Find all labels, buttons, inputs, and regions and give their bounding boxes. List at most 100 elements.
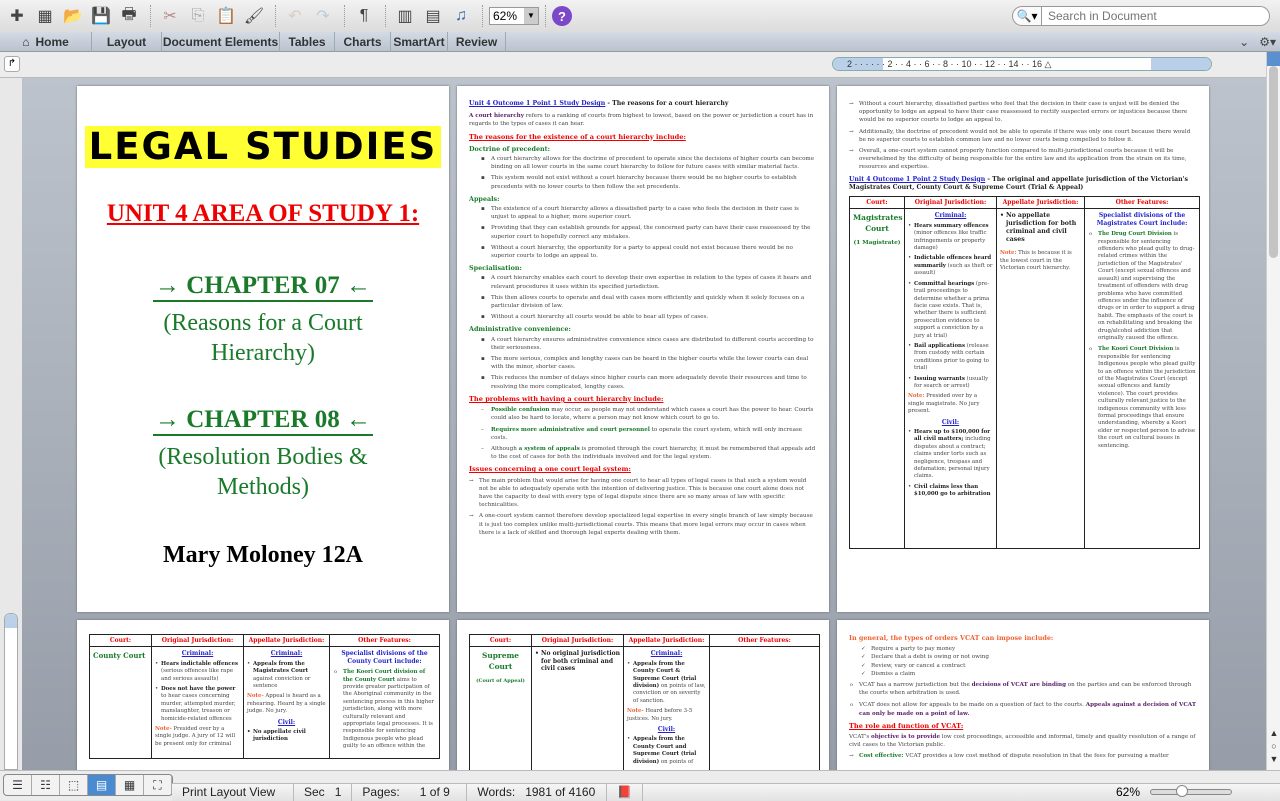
gear-icon[interactable]: ⚙▾ bbox=[1259, 35, 1276, 49]
draft-view-icon[interactable]: ☰ bbox=[4, 775, 32, 795]
undo-icon[interactable]: ↶ bbox=[282, 4, 308, 28]
toolbar-separator bbox=[385, 5, 386, 27]
list-item: → Cost effective: VCAT provides a low cos… bbox=[849, 753, 1169, 760]
zoom-slider-knob[interactable] bbox=[1175, 785, 1188, 797]
open-icon[interactable]: 📂 bbox=[60, 4, 86, 28]
previous-page-icon[interactable]: ▲ bbox=[1268, 727, 1280, 740]
page-3[interactable]: → Without a court hierarchy, dissatisfied… bbox=[837, 86, 1209, 612]
publishing-layout-icon[interactable]: ⬚ bbox=[60, 775, 88, 795]
list-item: ▪ A court hierarchy enables each court to… bbox=[481, 275, 812, 290]
page-cover[interactable]: LEGAL STUDIES UNIT 4 AREA OF STUDY 1: → … bbox=[77, 86, 449, 612]
study-design-heading: Unit 4 Outcome 1 Point 1 Study Design - … bbox=[469, 100, 817, 108]
browse-object-icon[interactable]: ○ bbox=[1268, 740, 1280, 753]
toolbox-icon[interactable]: ▤ bbox=[420, 4, 446, 28]
notebook-layout-icon[interactable]: ▦ bbox=[116, 775, 144, 795]
study-design-link[interactable]: Unit 4 Outcome 1 Point 1 Study Design bbox=[469, 100, 605, 107]
column-header: Court: bbox=[89, 633, 152, 648]
column-header: Court: bbox=[849, 196, 905, 210]
column-header: Original Jurisdiction: bbox=[531, 633, 624, 648]
toolbar-separator bbox=[482, 5, 483, 27]
tab-review[interactable]: Review bbox=[448, 32, 506, 52]
zoom-select[interactable]: 62% ▼ bbox=[489, 7, 539, 25]
original-jurisdiction-cell: No original jurisdiction for both crimin… bbox=[531, 646, 624, 770]
toolbar-separator bbox=[275, 5, 276, 27]
paste-icon[interactable]: 📋 bbox=[213, 4, 239, 28]
format-painter-icon[interactable]: 🖌 bbox=[241, 4, 267, 28]
ruler-numbers: 2 · · · · · · 2 · · 4 · · 6 · · 8 · · 10… bbox=[847, 59, 1052, 69]
tab-label: Home bbox=[35, 35, 69, 49]
browse-controls: ▲ ○ ▼ bbox=[1268, 727, 1280, 766]
tab-smartart[interactable]: SmartArt bbox=[391, 32, 448, 52]
list-item: ▪ The existence of a court hierarchy allo… bbox=[481, 206, 799, 221]
list-item: – Although a system of appeals is promote… bbox=[481, 445, 816, 461]
tab-tables[interactable]: Tables bbox=[280, 32, 335, 52]
cover-unit: UNIT 4 AREA OF STUDY 1: bbox=[106, 200, 420, 227]
cut-icon[interactable]: ✂ bbox=[157, 4, 183, 28]
standard-toolbar: ✚ ▦ 📂 💾 🖶 ✂ ⎘ 📋 🖌 ↶ ↷ ¶ ▥ ▤ ♫ 62% ▼ ? 🔍▾ bbox=[0, 0, 1280, 32]
tab-home[interactable]: ⌂ Home bbox=[0, 32, 92, 52]
split-handle[interactable] bbox=[1267, 52, 1280, 66]
vcat-orders-heading: In general, the types of orders VCAT can… bbox=[849, 634, 1054, 642]
list-item: → A one-court system cannot therefore dev… bbox=[469, 513, 813, 536]
full-screen-icon[interactable]: ⛶ bbox=[144, 775, 172, 795]
zoom-value: 62% bbox=[493, 9, 518, 23]
search-icon[interactable]: 🔍▾ bbox=[1012, 6, 1042, 26]
table-row: County Court Criminal: Hears indictable … bbox=[89, 646, 440, 759]
tab-stop-selector[interactable]: ↱ bbox=[4, 56, 20, 72]
media-browser-icon[interactable]: ♫ bbox=[448, 4, 474, 28]
zoom-percent: 62% bbox=[1115, 785, 1140, 799]
list-item: → The main problem that would arise for h… bbox=[469, 477, 807, 509]
scroll-thumb[interactable] bbox=[1269, 66, 1278, 258]
copy-icon[interactable]: ⎘ bbox=[185, 4, 211, 28]
vcat-role-heading: The role and function of VCAT: bbox=[849, 721, 964, 730]
section-heading: Specialisation: bbox=[469, 264, 522, 273]
page-6[interactable]: In general, the types of orders VCAT can… bbox=[837, 620, 1209, 770]
tab-layout[interactable]: Layout bbox=[92, 32, 162, 52]
redo-icon[interactable]: ↷ bbox=[310, 4, 336, 28]
outline-view-icon[interactable]: ☷ bbox=[32, 775, 60, 795]
new-document-icon[interactable]: ✚ bbox=[4, 4, 30, 28]
section-heading: Appeals: bbox=[469, 194, 500, 203]
vertical-scrollbar[interactable]: ▲ ○ ▼ bbox=[1266, 52, 1280, 770]
intro-bold: A court hierarchy bbox=[469, 113, 524, 120]
study-design-link[interactable]: Unit 4 Outcome 1 Point 2 Study Design bbox=[849, 176, 985, 183]
help-icon[interactable]: ? bbox=[552, 6, 572, 26]
page-2[interactable]: Unit 4 Outcome 1 Point 1 Study Design - … bbox=[457, 86, 829, 612]
court-cell: County Court bbox=[89, 646, 152, 759]
other-features-cell bbox=[709, 646, 820, 770]
tab-document-elements[interactable]: Document Elements bbox=[162, 32, 280, 52]
court-cell: Supreme Court (Court of Appeal) bbox=[469, 646, 532, 770]
check-item: ✓ Dismiss a claim bbox=[861, 670, 916, 677]
search-input[interactable] bbox=[1042, 6, 1270, 26]
other-features-cell: Specialist divisions of the Magistrates … bbox=[1084, 208, 1200, 550]
horizontal-ruler[interactable]: 2 · · · · · · 2 · · 4 · · 6 · · 8 · · 10… bbox=[832, 57, 1212, 71]
page-5[interactable]: Court: Original Jurisdiction: Appellate … bbox=[457, 620, 829, 770]
chapter-08-heading: → CHAPTER 08 ← bbox=[153, 406, 373, 436]
print-layout-icon[interactable]: ▤ bbox=[88, 775, 116, 795]
templates-icon[interactable]: ▦ bbox=[32, 4, 58, 28]
issues-heading: Issues concerning a one court legal syst… bbox=[469, 465, 631, 474]
zoom-slider[interactable] bbox=[1150, 785, 1232, 797]
print-icon[interactable]: 🖶 bbox=[116, 4, 142, 28]
check-item: ✓ Declare that a debt is owing or not owi… bbox=[861, 654, 989, 661]
collapse-ribbon-icon[interactable]: ⌄ bbox=[1239, 35, 1249, 49]
paragraph-marks-icon[interactable]: ¶ bbox=[351, 4, 377, 28]
tab-charts[interactable]: Charts bbox=[335, 32, 391, 52]
column-header: Appellate Jurisdiction: bbox=[623, 633, 710, 648]
status-bar: ☰ ☷ ⬚ ▤ ▦ ⛶ Print Layout View Sec 1 Page… bbox=[0, 770, 1280, 801]
chapter-07-heading: → CHAPTER 07 ← bbox=[153, 272, 373, 302]
toolbar-separator bbox=[545, 5, 546, 27]
page-count: Pages: 1 of 9 bbox=[352, 784, 468, 801]
next-page-icon[interactable]: ▼ bbox=[1268, 753, 1280, 766]
page-4[interactable]: Court: Original Jurisdiction: Appellate … bbox=[77, 620, 449, 770]
list-item: → Without a court hierarchy, dissatisfied… bbox=[849, 101, 1188, 124]
vertical-ruler[interactable] bbox=[4, 613, 18, 770]
sidebar-icon[interactable]: ▥ bbox=[392, 4, 418, 28]
ruler-row: ↱ 2 · · · · · · 2 · · 4 · · 6 · · 8 · · … bbox=[0, 52, 1280, 78]
study-design-heading: Unit 4 Outcome 1 Point 2 Study Design - … bbox=[849, 176, 1197, 192]
save-icon[interactable]: 💾 bbox=[88, 4, 114, 28]
chevron-down-icon[interactable]: ▼ bbox=[524, 8, 538, 24]
search-box: 🔍▾ bbox=[1012, 6, 1270, 26]
other-features-cell: Specialist divisions of the County Court… bbox=[329, 646, 440, 759]
spelling-status-icon[interactable]: 📕 bbox=[607, 784, 644, 801]
